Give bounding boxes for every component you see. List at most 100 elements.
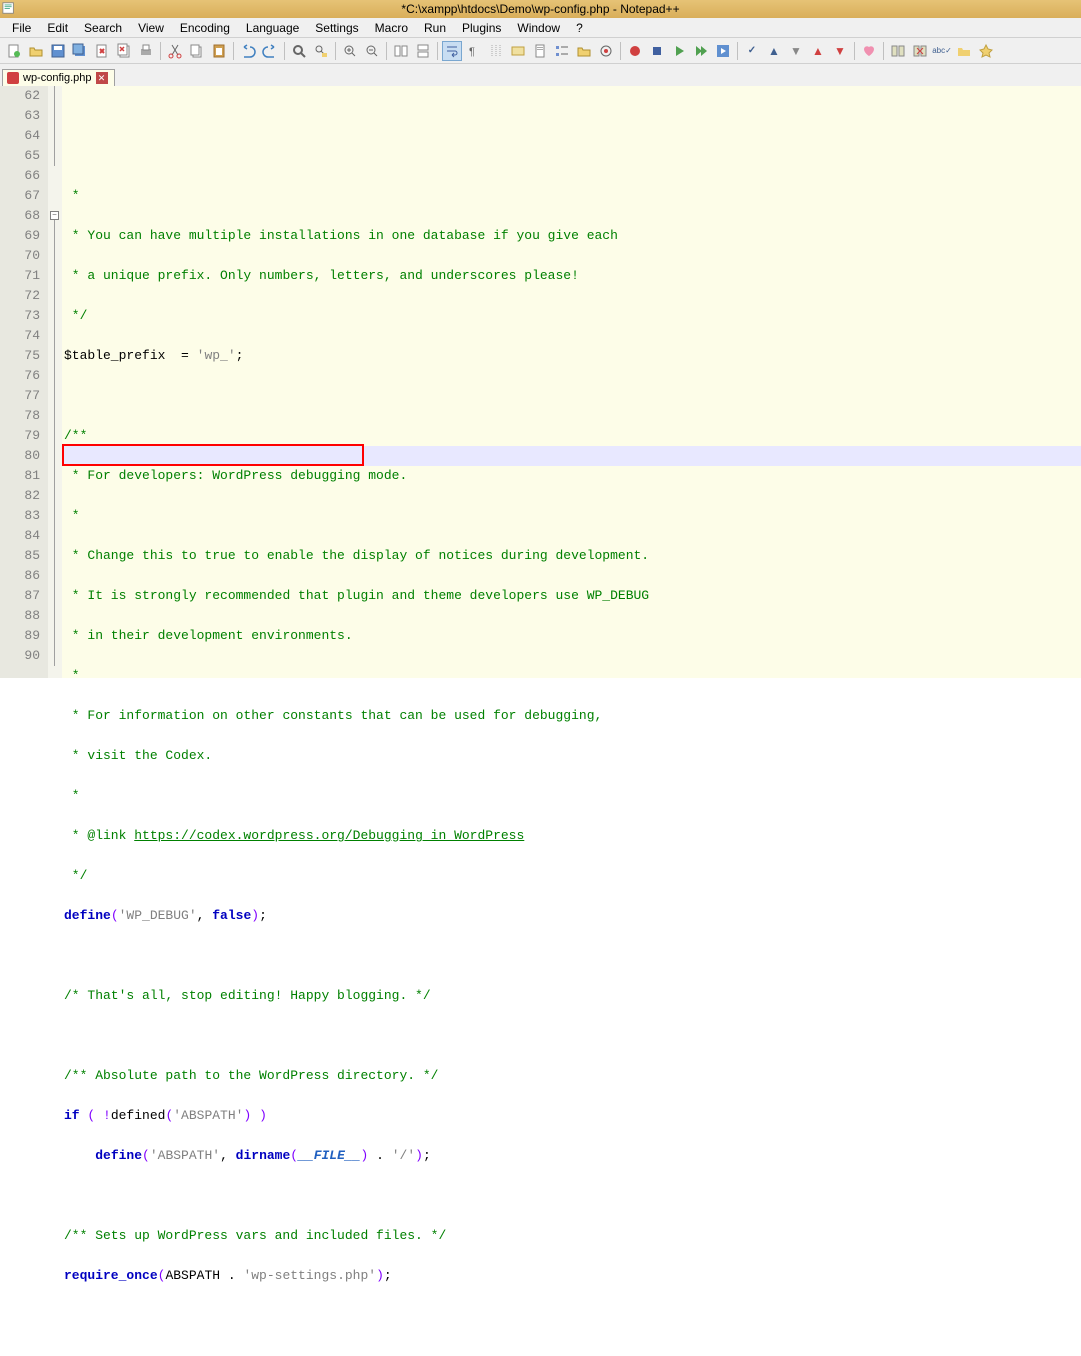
folder-workspace-icon[interactable] xyxy=(574,41,594,61)
stop-macro-icon[interactable] xyxy=(647,41,667,61)
toolbar: ¶ ✓ ▲ ▼ ▲ ▼ abc✓ xyxy=(0,38,1081,64)
zoom-out-icon[interactable] xyxy=(362,41,382,61)
line-number: 62 xyxy=(0,86,40,106)
menu-window[interactable]: Window xyxy=(509,19,568,37)
spell-check-icon[interactable]: ✓ xyxy=(742,41,762,61)
line-number: 73 xyxy=(0,306,40,326)
zoom-in-icon[interactable] xyxy=(340,41,360,61)
line-number: 65 xyxy=(0,146,40,166)
separator xyxy=(233,42,234,60)
line-number: 85 xyxy=(0,546,40,566)
tab-label: wp-config.php xyxy=(23,72,92,84)
prev-symbol2-icon[interactable]: ▼ xyxy=(830,41,850,61)
udl-icon[interactable] xyxy=(508,41,528,61)
separator xyxy=(284,42,285,60)
func-list-icon[interactable] xyxy=(552,41,572,61)
menu-file[interactable]: File xyxy=(4,19,39,37)
cut-icon[interactable] xyxy=(165,41,185,61)
line-number: 74 xyxy=(0,326,40,346)
line-number: 70 xyxy=(0,246,40,266)
title-bar: *C:\xampp\htdocs\Demo\wp-config.php - No… xyxy=(0,0,1081,18)
save-icon[interactable] xyxy=(48,41,68,61)
line-number: 66 xyxy=(0,166,40,186)
fold-box-icon[interactable]: − xyxy=(50,211,59,220)
line-number-gutter: 6263646566676869707172737475767778798081… xyxy=(0,86,48,678)
line-number: 89 xyxy=(0,626,40,646)
line-number: 79 xyxy=(0,426,40,446)
line-number: 88 xyxy=(0,606,40,626)
open-file-icon[interactable] xyxy=(26,41,46,61)
line-number: 67 xyxy=(0,186,40,206)
save-all-icon[interactable] xyxy=(70,41,90,61)
menu-settings[interactable]: Settings xyxy=(307,19,366,37)
print-icon[interactable] xyxy=(136,41,156,61)
doc-map-icon[interactable] xyxy=(530,41,550,61)
line-number: 81 xyxy=(0,466,40,486)
file-tab[interactable]: wp-config.php ✕ xyxy=(2,69,115,86)
play-macro-icon[interactable] xyxy=(669,41,689,61)
show-symbol-icon[interactable]: ▲ xyxy=(764,41,784,61)
line-number: 78 xyxy=(0,406,40,426)
menu-run[interactable]: Run xyxy=(416,19,454,37)
menu-bar: File Edit Search View Encoding Language … xyxy=(0,18,1081,38)
line-number: 84 xyxy=(0,526,40,546)
copy-icon[interactable] xyxy=(187,41,207,61)
line-number: 72 xyxy=(0,286,40,306)
menu-view[interactable]: View xyxy=(130,19,172,37)
monitoring-icon[interactable] xyxy=(596,41,616,61)
new-file-icon[interactable] xyxy=(4,41,24,61)
record-macro-icon[interactable] xyxy=(625,41,645,61)
close-icon[interactable] xyxy=(92,41,112,61)
wordwrap-icon[interactable] xyxy=(442,41,462,61)
play-multi-icon[interactable] xyxy=(691,41,711,61)
line-number: 82 xyxy=(0,486,40,506)
separator xyxy=(335,42,336,60)
line-number: 71 xyxy=(0,266,40,286)
find-icon[interactable] xyxy=(289,41,309,61)
separator xyxy=(854,42,855,60)
menu-encoding[interactable]: Encoding xyxy=(172,19,238,37)
sync-vscroll-icon[interactable] xyxy=(391,41,411,61)
line-number: 90 xyxy=(0,646,40,666)
separator xyxy=(160,42,161,60)
code-area[interactable]: * * You can have multiple installations … xyxy=(62,86,1081,678)
tab-close-icon[interactable]: ✕ xyxy=(96,72,108,84)
separator xyxy=(620,42,621,60)
show-all-chars-icon[interactable]: ¶ xyxy=(464,41,484,61)
line-number: 64 xyxy=(0,126,40,146)
favorites-icon[interactable] xyxy=(976,41,996,61)
menu-macro[interactable]: Macro xyxy=(367,19,416,37)
show-symbol2-icon[interactable]: ▲ xyxy=(808,41,828,61)
menu-language[interactable]: Language xyxy=(238,19,307,37)
save-macro-icon[interactable] xyxy=(713,41,733,61)
line-number: 75 xyxy=(0,346,40,366)
separator xyxy=(883,42,884,60)
close-all-icon[interactable] xyxy=(114,41,134,61)
heart-icon[interactable] xyxy=(859,41,879,61)
menu-edit[interactable]: Edit xyxy=(39,19,76,37)
prev-symbol-icon[interactable]: ▼ xyxy=(786,41,806,61)
line-number: 63 xyxy=(0,106,40,126)
svg-text:¶: ¶ xyxy=(469,46,475,58)
sync-hscroll-icon[interactable] xyxy=(413,41,433,61)
spellcheck-abc-icon[interactable]: abc✓ xyxy=(932,41,952,61)
line-number: 68 xyxy=(0,206,40,226)
code-editor[interactable]: 6263646566676869707172737475767778798081… xyxy=(0,86,1081,678)
line-number: 80 xyxy=(0,446,40,466)
window-title: *C:\xampp\htdocs\Demo\wp-config.php - No… xyxy=(401,2,679,16)
modified-file-icon xyxy=(7,72,19,84)
explorer-icon[interactable] xyxy=(954,41,974,61)
separator xyxy=(737,42,738,60)
compare-icon[interactable] xyxy=(888,41,908,61)
menu-help[interactable]: ? xyxy=(568,19,591,37)
undo-icon[interactable] xyxy=(238,41,258,61)
fold-margin[interactable]: − xyxy=(48,86,62,678)
menu-search[interactable]: Search xyxy=(76,19,130,37)
menu-plugins[interactable]: Plugins xyxy=(454,19,509,37)
clear-compare-icon[interactable] xyxy=(910,41,930,61)
paste-icon[interactable] xyxy=(209,41,229,61)
redo-icon[interactable] xyxy=(260,41,280,61)
indent-guide-icon[interactable] xyxy=(486,41,506,61)
line-number: 87 xyxy=(0,586,40,606)
replace-icon[interactable] xyxy=(311,41,331,61)
